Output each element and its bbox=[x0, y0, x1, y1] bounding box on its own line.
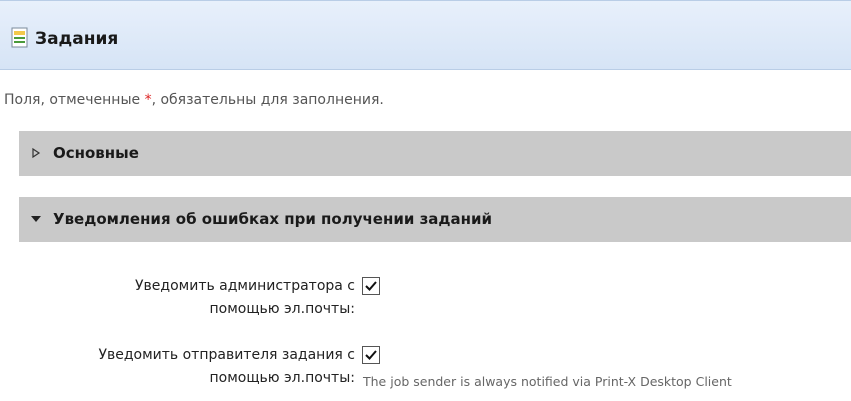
required-star: * bbox=[144, 92, 152, 108]
required-note-before: Поля, отмеченные bbox=[4, 92, 145, 108]
page-title: Задания bbox=[35, 29, 119, 49]
notify-sender-label-line1: Уведомить отправителя задания с bbox=[98, 347, 355, 363]
section-basic[interactable]: Основные bbox=[19, 131, 851, 176]
required-note-after: , обязательны для заполнения. bbox=[151, 92, 384, 108]
checkmark-icon bbox=[365, 350, 377, 360]
notify-admin-label: Уведомить администратора с помощью эл.по… bbox=[15, 275, 355, 321]
notify-sender-label: Уведомить отправителя задания с помощью … bbox=[0, 344, 355, 390]
required-fields-note: Поля, отмеченные *, обязательны для запо… bbox=[4, 91, 384, 109]
panel-header: Задания bbox=[0, 0, 851, 70]
triangle-down-icon bbox=[29, 210, 43, 228]
document-icon bbox=[11, 27, 29, 49]
notify-admin-label-line2: помощью эл.почты: bbox=[209, 301, 355, 317]
section-error-notifications-label: Уведомления об ошибках при получении зад… bbox=[53, 210, 493, 228]
notify-sender-label-line2: помощью эл.почты: bbox=[209, 370, 355, 386]
notify-sender-checkbox[interactable] bbox=[362, 346, 380, 364]
triangle-right-outline-icon bbox=[29, 144, 43, 162]
notify-admin-checkbox[interactable] bbox=[362, 277, 380, 295]
notify-admin-label-line1: Уведомить администратора с bbox=[135, 278, 355, 294]
section-basic-label: Основные bbox=[53, 144, 139, 162]
checkmark-icon bbox=[365, 281, 377, 291]
section-error-notifications[interactable]: Уведомления об ошибках при получении зад… bbox=[19, 197, 851, 242]
notify-sender-hint: The job sender is always notified via Pr… bbox=[363, 374, 732, 389]
